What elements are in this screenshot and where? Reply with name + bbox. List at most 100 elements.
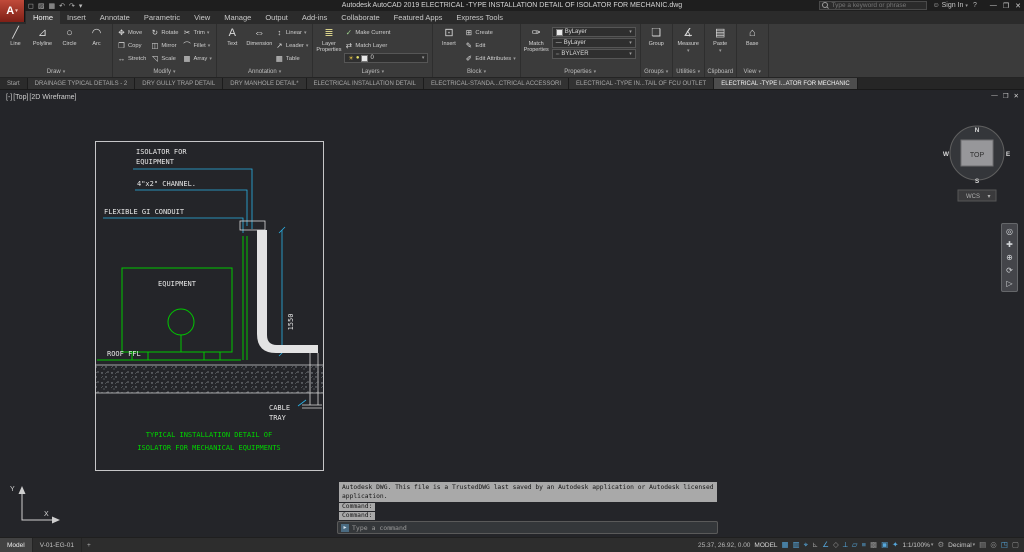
doc-minimize-icon[interactable]: — <box>991 92 998 100</box>
view-panel-label[interactable]: View▾ <box>737 67 768 77</box>
match-properties-tool[interactable]: ✑Match Properties <box>525 26 548 53</box>
drawing-border[interactable] <box>96 142 324 471</box>
command-input-bar[interactable]: ▸ <box>337 521 718 534</box>
sign-in-button[interactable]: ☺ Sign In ▾ <box>932 2 967 9</box>
units-dropdown[interactable]: Decimal▾ <box>948 542 975 549</box>
qat-customize-icon[interactable]: ▾ <box>79 2 83 10</box>
annotation-panel-label[interactable]: Annotation▾ <box>217 67 313 77</box>
channel-elbow[interactable] <box>257 230 318 353</box>
groups-panel-label[interactable]: Groups▾ <box>641 67 672 77</box>
array-tool[interactable]: ▦Array▾ <box>182 52 211 65</box>
new-layout-button[interactable]: + <box>82 542 96 549</box>
model-space-toggle[interactable]: MODEL <box>754 542 777 549</box>
tab-output[interactable]: Output <box>258 11 295 24</box>
file-tab-electrical-installation[interactable]: ELECTRICAL INSTALLATION DETAIL <box>307 78 424 89</box>
viewport-menu-control[interactable]: [-] <box>6 94 12 101</box>
isolate-objects-toggle-icon[interactable]: ◎ <box>990 538 997 552</box>
scale-tool[interactable]: ◹Scale <box>150 52 178 65</box>
viewport-view-control[interactable]: [Top] <box>13 94 28 101</box>
compass-north[interactable]: N <box>975 127 980 134</box>
close-icon[interactable]: ✕ <box>1015 2 1021 10</box>
pan-icon[interactable]: ✚ <box>1006 240 1013 249</box>
viewport-visual-style-control[interactable]: [2D Wireframe] <box>29 94 76 101</box>
cable-tray-label-line2[interactable]: TRAY <box>269 414 287 422</box>
command-input[interactable] <box>352 524 714 532</box>
full-navigation-wheel-icon[interactable]: ◎ <box>1006 227 1013 236</box>
lineweight-dropdown[interactable]: —ByLayer▾ <box>552 38 636 48</box>
view-cube[interactable]: TOP N S W E WCS ▾ <box>943 126 1011 201</box>
match-layer-tool[interactable]: ⇄Match Layer <box>344 39 428 52</box>
move-tool[interactable]: ✥Move <box>117 26 146 39</box>
layers-panel-label[interactable]: Layers▾ <box>313 67 432 77</box>
osnap-tracking-toggle-icon[interactable]: ⟂ <box>843 538 848 552</box>
mirror-tool[interactable]: ◫Mirror <box>150 39 178 52</box>
equipment-geometry[interactable] <box>97 236 247 360</box>
tab-featured-apps[interactable]: Featured Apps <box>387 11 450 24</box>
roof-slab-hatch[interactable] <box>96 365 323 393</box>
create-block-tool[interactable]: ⊞Create <box>464 26 515 39</box>
equipment-label[interactable]: EQUIPMENT <box>158 280 197 288</box>
leader-tool[interactable]: ↗Leader▾ <box>275 39 309 52</box>
layer-properties-tool[interactable]: ≣Layer Properties <box>317 26 340 53</box>
clean-screen-toggle-icon[interactable]: ▢ <box>1012 538 1019 552</box>
arc-tool[interactable]: ◠Arc <box>85 26 108 47</box>
restore-icon[interactable]: ❐ <box>1003 2 1009 10</box>
file-tab-dry-manhole[interactable]: DRY MANHOLE DETAIL* <box>223 78 306 89</box>
graphics-performance-toggle-icon[interactable]: ◳ <box>1001 538 1008 552</box>
fillet-tool[interactable]: ⌒Fillet▾ <box>182 39 211 52</box>
table-tool[interactable]: ▦Table <box>275 52 309 65</box>
properties-panel-label[interactable]: Properties▾ <box>521 67 640 77</box>
zoom-icon[interactable]: ⊕ <box>1006 253 1013 262</box>
polar-tracking-toggle-icon[interactable]: ∠ <box>822 538 829 552</box>
insert-block-tool[interactable]: ⊡Insert <box>437 26 460 47</box>
tab-home[interactable]: Home <box>26 11 60 24</box>
stretch-tool[interactable]: ↔Stretch <box>117 52 146 65</box>
lineweight-toggle-icon[interactable]: ≡ <box>862 538 866 552</box>
edit-attributes-tool[interactable]: ✐Edit Attributes▾ <box>464 52 515 65</box>
text-tool[interactable]: AText <box>221 26 244 47</box>
dynamic-input-toggle-icon[interactable]: ⌖ <box>804 538 808 552</box>
trim-tool[interactable]: ✂Trim▾ <box>182 26 211 39</box>
file-tab-drainage[interactable]: DRAINAGE TYPICAL DETAILS - 2 <box>28 78 136 89</box>
file-tab-dry-gully[interactable]: DRY GULLY TRAP DETAIL <box>135 78 223 89</box>
orbit-icon[interactable]: ⟳ <box>1006 266 1013 275</box>
workspace-gear-icon[interactable]: ⚙ <box>937 538 944 552</box>
file-tab-isolator-mechanic[interactable]: ELECTRICAL -TYPE I...ATOR FOR MECHANIC <box>714 78 858 89</box>
circle-tool[interactable]: ○Circle <box>58 26 81 47</box>
drawing-title-line2[interactable]: ISOLATOR FOR MECHANICAL EQUIPMENTS <box>137 444 280 452</box>
file-tab-start[interactable]: Start <box>0 78 28 89</box>
showmotion-icon[interactable]: ▷ <box>1006 279 1012 288</box>
doc-close-icon[interactable]: ✕ <box>1014 92 1019 100</box>
isolator-box[interactable] <box>240 221 265 230</box>
utilities-panel-label[interactable]: Utilities▾ <box>673 67 704 77</box>
save-file-icon[interactable]: ▦ <box>48 2 55 10</box>
search-input[interactable] <box>831 2 924 9</box>
transparency-toggle-icon[interactable]: ▩ <box>870 538 877 552</box>
base-view-tool[interactable]: ⌂Base <box>741 26 764 47</box>
callout-conduit[interactable]: FLEXIBLE GI CONDUIT <box>104 208 185 216</box>
callout-isolator-line1[interactable]: ISOLATOR FOR <box>136 148 187 156</box>
undo-icon[interactable]: ↶ <box>59 2 65 10</box>
help-icon[interactable]: ? <box>973 2 977 9</box>
rotate-tool[interactable]: ↻Rotate <box>150 26 178 39</box>
modify-panel-label[interactable]: Modify▾ <box>113 67 216 77</box>
grid-toggle-icon[interactable]: ▦ <box>782 538 789 552</box>
draw-panel-label[interactable]: Draw▾ <box>0 67 112 77</box>
dimension-value[interactable]: 1550 <box>287 314 295 331</box>
drawing-title-line1[interactable]: TYPICAL INSTALLATION DETAIL OF <box>146 431 272 439</box>
callout-isolator-line2[interactable]: EQUIPMENT <box>136 158 175 166</box>
annotation-scale-dropdown[interactable]: 1:1/100%▾ <box>902 542 933 549</box>
quick-properties-toggle-icon[interactable]: ▤ <box>979 538 986 552</box>
tab-annotate[interactable]: Annotate <box>93 11 137 24</box>
open-file-icon[interactable]: ▨ <box>38 2 45 10</box>
polyline-tool[interactable]: ⊿Polyline <box>31 26 54 47</box>
application-menu-button[interactable]: A▾ <box>0 0 25 22</box>
file-tab-fcu-outlet[interactable]: ELECTRICAL -TYPE IN...TAIL OF FCU OUTLET <box>569 78 714 89</box>
model-tab[interactable]: Model <box>0 538 33 552</box>
annotation-visibility-toggle-icon[interactable]: ✦ <box>892 538 898 552</box>
tab-collaborate[interactable]: Collaborate <box>334 11 386 24</box>
roof-ffl-label[interactable]: ROOF FFL <box>107 350 141 358</box>
block-panel-label[interactable]: Block▾ <box>433 67 519 77</box>
tab-parametric[interactable]: Parametric <box>137 11 187 24</box>
isometric-drafting-toggle-icon[interactable]: ◇ <box>833 538 839 552</box>
